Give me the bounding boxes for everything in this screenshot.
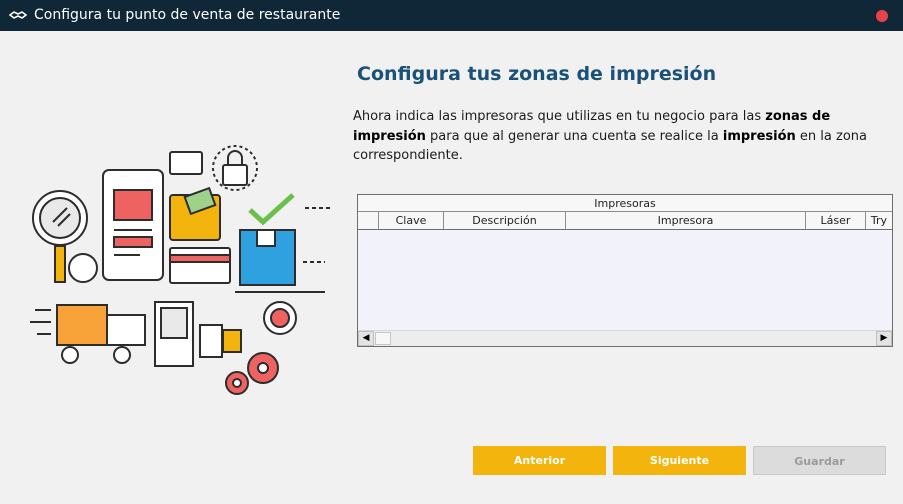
save-button[interactable]: Guardar bbox=[753, 446, 886, 475]
previous-button[interactable]: Anterior bbox=[473, 446, 606, 475]
next-button[interactable]: Siguiente bbox=[613, 446, 746, 475]
grid-column-headers: Clave Descripción Impresora Láser Try bbox=[358, 212, 892, 230]
column-header-descripcion[interactable]: Descripción bbox=[444, 212, 566, 229]
column-header-laser[interactable]: Láser bbox=[806, 212, 866, 229]
horizontal-scrollbar[interactable]: ◀ ▶ bbox=[358, 330, 892, 346]
handshake-icon bbox=[9, 11, 27, 19]
printers-grid[interactable]: Impresoras Clave Descripción Impresora L… bbox=[357, 194, 893, 347]
intro-text: Ahora indica las impresoras que utilizas… bbox=[353, 109, 867, 163]
page-heading: Configura tus zonas de impresión bbox=[357, 63, 717, 85]
scroll-thumb[interactable] bbox=[375, 332, 391, 345]
column-header-impresora[interactable]: Impresora bbox=[566, 212, 806, 229]
close-icon[interactable] bbox=[876, 10, 888, 22]
scroll-left-icon[interactable]: ◀ bbox=[358, 331, 374, 346]
title-bar: Configura tu punto de venta de restauran… bbox=[0, 0, 903, 31]
column-header-indicator[interactable] bbox=[358, 212, 379, 229]
grid-body[interactable] bbox=[358, 230, 892, 330]
grid-group-header: Impresoras bbox=[358, 195, 892, 212]
window-title: Configura tu punto de venta de restauran… bbox=[34, 7, 341, 23]
column-header-try[interactable]: Try bbox=[866, 212, 892, 229]
restaurant-illustration bbox=[30, 145, 330, 395]
scroll-right-icon[interactable]: ▶ bbox=[876, 331, 892, 346]
column-header-clave[interactable]: Clave bbox=[379, 212, 444, 229]
